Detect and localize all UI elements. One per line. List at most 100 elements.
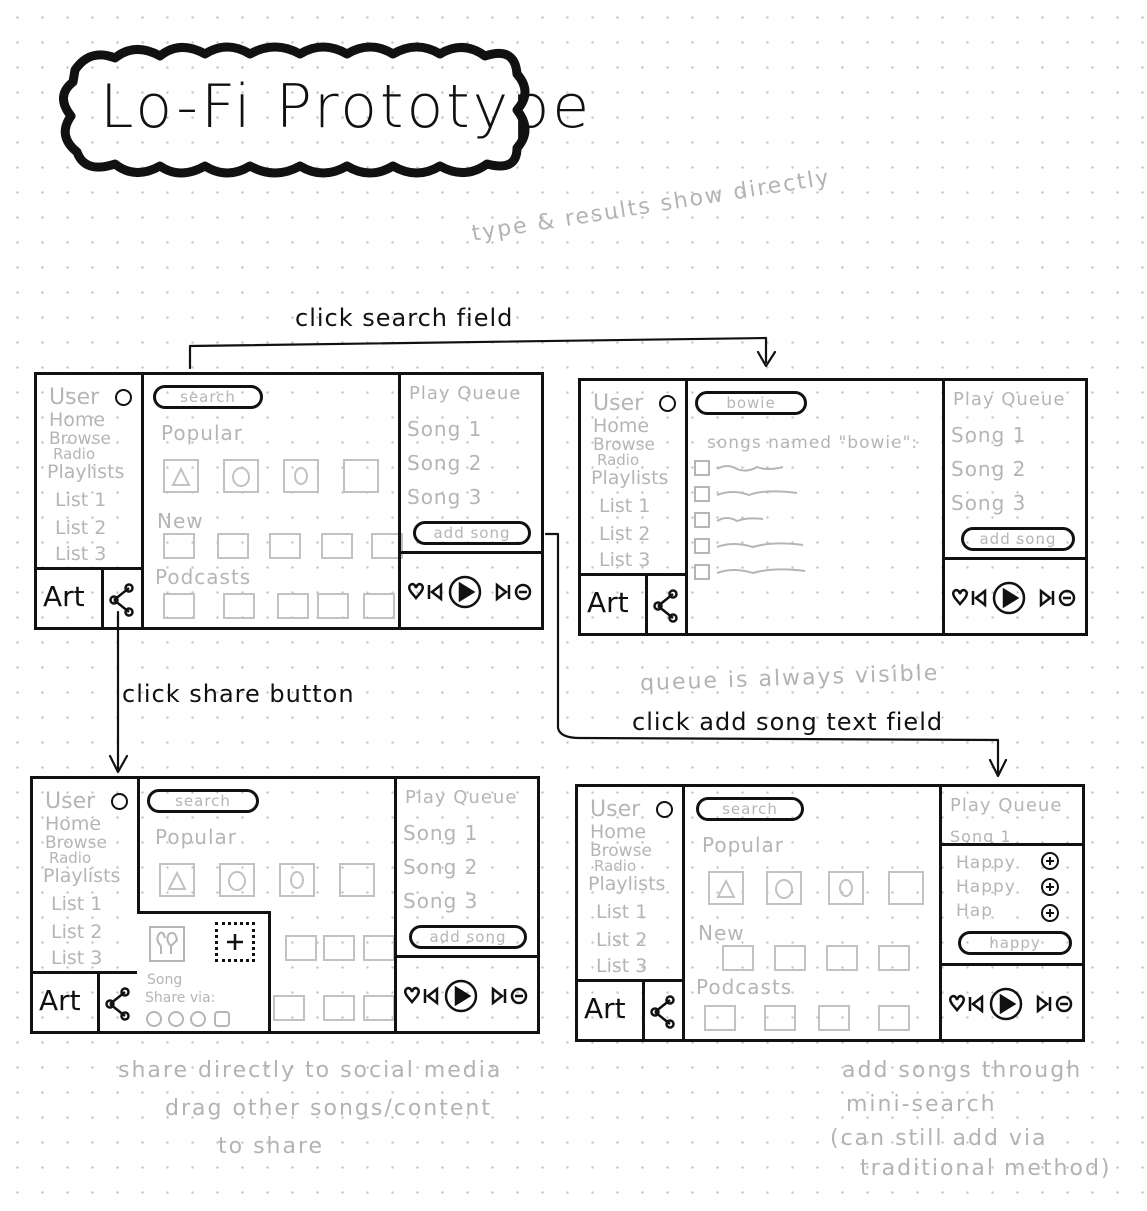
heart-icon[interactable] (408, 582, 424, 600)
mini-search-input[interactable]: happy (958, 931, 1072, 955)
nav-playlists[interactable]: Playlists (591, 469, 668, 488)
podcast-tile[interactable] (764, 1005, 796, 1031)
mini-search-result[interactable]: Happy (956, 877, 1016, 897)
next-icon[interactable] (495, 582, 511, 602)
search-input[interactable]: search (696, 797, 804, 821)
next-icon[interactable] (491, 986, 507, 1006)
search-input[interactable]: bowie (695, 391, 807, 415)
add-content-button[interactable] (215, 922, 255, 962)
queue-song[interactable]: Song 1 (403, 821, 478, 845)
email-icon[interactable] (214, 1011, 230, 1027)
new-tile[interactable] (217, 533, 249, 559)
nav-radio[interactable]: Radio (594, 859, 636, 874)
nav-radio[interactable]: Radio (53, 447, 95, 462)
add-song-field[interactable]: add song (961, 527, 1075, 551)
search-input[interactable]: search (147, 789, 259, 813)
playlist-item[interactable]: List 1 (599, 497, 650, 516)
new-tile[interactable] (163, 533, 195, 559)
next-icon[interactable] (1036, 994, 1052, 1014)
mini-search-result[interactable]: Hap (956, 901, 993, 921)
new-tile[interactable] (878, 945, 910, 971)
user-label[interactable]: User (593, 393, 643, 415)
song-thumbnail[interactable] (149, 926, 185, 962)
podcast-tile[interactable] (878, 1005, 910, 1031)
new-tile[interactable] (285, 935, 317, 961)
next-icon[interactable] (1039, 588, 1055, 608)
search-result-list[interactable] (693, 459, 813, 580)
nav-home[interactable]: Home (593, 417, 649, 436)
user-label[interactable]: User (45, 791, 95, 813)
popular-tile[interactable] (339, 863, 375, 897)
mini-search-result[interactable]: Happy (956, 853, 1016, 873)
instagram-icon[interactable] (190, 1011, 206, 1027)
popular-tile[interactable] (888, 871, 924, 905)
previous-icon[interactable] (968, 994, 984, 1014)
queue-song[interactable]: Song 1 (407, 417, 482, 441)
user-label[interactable]: User (590, 799, 640, 821)
popular-tile[interactable] (223, 459, 259, 493)
share-button[interactable] (642, 982, 682, 1042)
new-tile[interactable] (826, 945, 858, 971)
queue-song[interactable]: Song 2 (407, 451, 482, 475)
previous-icon[interactable] (427, 582, 443, 602)
new-tile[interactable] (722, 945, 754, 971)
queue-song[interactable]: Song 1 (951, 423, 1026, 447)
playlist-item[interactable]: List 2 (55, 519, 106, 538)
new-tile[interactable] (363, 935, 395, 961)
nav-radio[interactable]: Radio (49, 851, 91, 866)
user-icon[interactable] (111, 793, 128, 810)
podcast-tile[interactable] (273, 995, 305, 1021)
new-tile[interactable] (269, 533, 301, 559)
playlist-item[interactable]: List 1 (596, 903, 647, 922)
nav-home[interactable]: Home (45, 815, 101, 834)
queue-song[interactable]: Song 3 (407, 485, 482, 509)
playlist-item[interactable]: List 3 (596, 957, 647, 976)
new-tile[interactable] (321, 533, 353, 559)
queue-song[interactable]: Song 3 (403, 889, 478, 913)
podcast-tile[interactable] (363, 593, 395, 619)
previous-icon[interactable] (971, 588, 987, 608)
twitter-icon[interactable] (168, 1011, 184, 1027)
podcast-tile[interactable] (363, 995, 395, 1021)
nav-radio[interactable]: Radio (597, 453, 639, 468)
popular-tile[interactable] (219, 863, 255, 897)
playlist-item[interactable]: List 3 (51, 949, 102, 968)
podcast-tile[interactable] (277, 593, 309, 619)
nav-playlists[interactable]: Playlists (588, 875, 665, 894)
playlist-item[interactable]: List 1 (51, 895, 102, 914)
queue-song[interactable]: Song 2 (403, 855, 478, 879)
queue-song[interactable]: Song 2 (951, 457, 1026, 481)
nav-playlists[interactable]: Playlists (43, 867, 120, 886)
user-icon[interactable] (656, 801, 673, 818)
nav-home[interactable]: Home (590, 823, 646, 842)
queue-song[interactable]: Song 3 (951, 491, 1026, 515)
add-song-field[interactable]: add song (409, 925, 527, 949)
user-icon[interactable] (115, 389, 132, 406)
heart-icon[interactable] (949, 994, 965, 1012)
nav-home[interactable]: Home (49, 411, 105, 430)
share-button[interactable] (645, 576, 685, 636)
add-song-field[interactable]: add song (413, 521, 531, 545)
popular-tile[interactable] (343, 459, 379, 493)
playlist-item[interactable]: List 1 (55, 491, 106, 510)
previous-icon[interactable] (423, 986, 439, 1006)
user-icon[interactable] (659, 395, 676, 412)
search-input[interactable]: search (153, 385, 263, 409)
podcast-tile[interactable] (818, 1005, 850, 1031)
playlist-item[interactable]: List 3 (599, 551, 650, 570)
playlist-item[interactable]: List 2 (596, 931, 647, 950)
podcast-tile[interactable] (223, 593, 255, 619)
heart-icon[interactable] (404, 986, 420, 1004)
heart-icon[interactable] (952, 588, 968, 606)
share-button[interactable] (101, 570, 141, 630)
popular-tile[interactable] (708, 871, 744, 905)
podcast-tile[interactable] (163, 593, 195, 619)
playlist-item[interactable]: List 3 (55, 545, 106, 564)
popular-tile[interactable] (283, 459, 319, 493)
facebook-icon[interactable] (146, 1011, 162, 1027)
podcast-tile[interactable] (323, 995, 355, 1021)
popular-tile[interactable] (828, 871, 864, 905)
nav-playlists[interactable]: Playlists (47, 463, 124, 482)
popular-tile[interactable] (163, 459, 199, 493)
new-tile[interactable] (323, 935, 355, 961)
